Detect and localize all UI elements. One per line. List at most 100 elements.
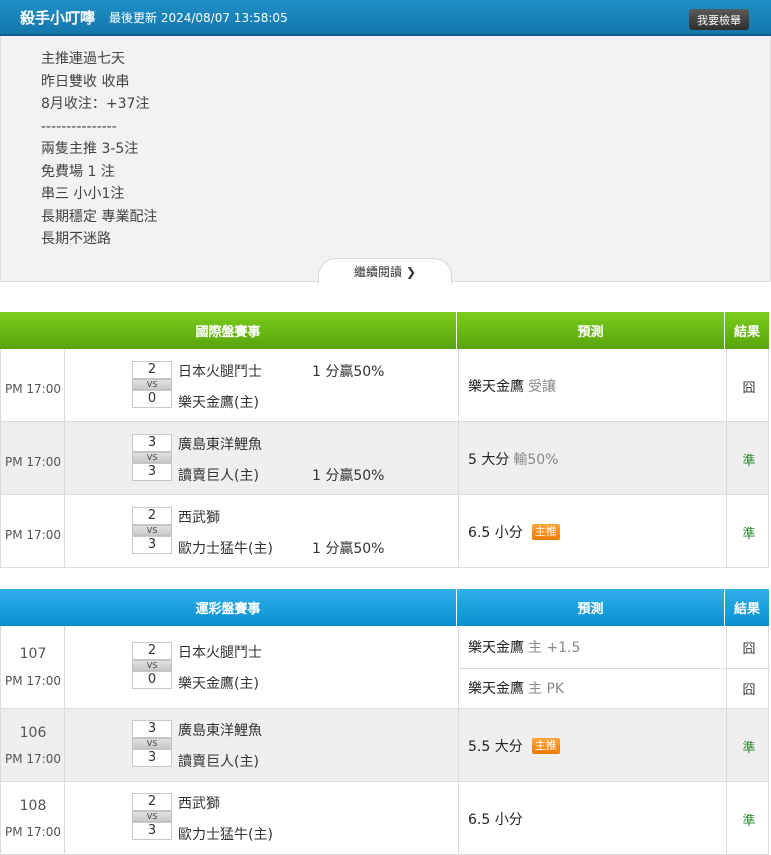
header-result: 結果 [725, 589, 769, 626]
away-team[interactable]: 西武獅 [178, 793, 220, 813]
vs-label: VS [132, 452, 172, 463]
featured-badge: 主推 [531, 524, 560, 540]
match-number: 108 [19, 798, 47, 814]
match-time: PM 17:00 [5, 674, 61, 688]
time-cell: PM 17:00 [1, 422, 65, 494]
match-time: PM 17:00 [5, 752, 61, 766]
intro-lines: 主推連過七天 昨日雙收 收串 8月收注：+37注 --------------- 兩隻主… [41, 48, 157, 251]
home-score: 0 [132, 390, 172, 408]
prediction: 樂天金鷹 受讓 [468, 376, 556, 396]
home-score: 3 [132, 822, 172, 840]
match-time: PM 17:00 [5, 528, 61, 542]
prediction: 樂天金鷹主 PK [468, 678, 564, 698]
result-mark: 囧 [742, 381, 756, 396]
read-more-button[interactable]: 繼續閱讀 ❯ [318, 258, 452, 284]
match-cell: 2 VS 3 西武獅 歐力士猛牛(主) 1 分贏50% [65, 495, 458, 567]
away-score: 3 [132, 720, 172, 738]
time-cell: PM 17:00 [1, 349, 65, 421]
prediction-pick: 5 大分 [468, 452, 510, 468]
vs-label: VS [132, 379, 172, 390]
prediction-cell: 5.5 大分 主推 [458, 709, 726, 781]
odds-home: 1 分贏50% [312, 541, 385, 557]
intro-panel: 主推連過七天 昨日雙收 收串 8月收注：+37注 --------------- 兩隻主… [0, 36, 771, 282]
intro-line: 8月收注：+37注 [41, 96, 150, 112]
header-predict: 預測 [457, 312, 725, 349]
away-team[interactable]: 日本火腿鬥士 [178, 642, 262, 662]
prediction-pick: 6.5 小分 [468, 811, 523, 828]
result-mark: 準 [742, 527, 756, 542]
last-update: 最後更新 2024/08/07 13:58:05 [109, 10, 288, 25]
table-row: PM 17:00 3 VS 3 廣島東洋鯉魚 讀賣巨人(主) 1 分贏50% 5 大分 輸50%… [0, 422, 769, 495]
report-button[interactable]: 我要檢舉 [689, 9, 749, 30]
result-mark: 囧 [742, 683, 756, 699]
home-team[interactable]: 歐力士猛牛(主) [178, 538, 273, 558]
intro-line: 主推連過七天 [41, 51, 125, 67]
match-cell: 2 VS 0 日本火腿鬥士 樂天金鷹(主) [65, 626, 458, 708]
prediction: 樂天金鷹主 +1.5 [468, 637, 580, 657]
featured-badge: 主推 [531, 737, 560, 754]
home-score: 3 [132, 536, 172, 554]
home-team[interactable]: 樂天金鷹(主) [178, 392, 259, 412]
prediction-note: 受讓 [528, 379, 556, 395]
home-score: 3 [132, 749, 172, 767]
prediction-pick: 樂天金鷹 [468, 379, 524, 395]
table-row: PM 17:00 2 VS 3 西武獅 歐力士猛牛(主) 1 分贏50% 6.5 小分 主推 準 [0, 495, 769, 568]
intro-line: 免費場 1 注 [41, 163, 115, 180]
home-team[interactable]: 歐力士猛牛(主) [178, 824, 273, 844]
result-cell: 囧囧 [726, 626, 770, 708]
home-team[interactable]: 樂天金鷹(主) [178, 673, 259, 693]
away-team[interactable]: 西武獅 [178, 507, 220, 527]
match-cell: 3 VS 3 廣島東洋鯉魚 讀賣巨人(主) [65, 709, 458, 781]
prediction-pick: 6.5 小分 [468, 525, 523, 541]
prediction-pick: 樂天金鷹 [468, 639, 524, 656]
page-title: 殺手小叮嚀 [20, 8, 96, 27]
prediction: 6.5 小分 主推 [468, 522, 560, 542]
away-team[interactable]: 廣島東洋鯉魚 [178, 720, 262, 740]
header-match: 運彩盤賽事 [0, 589, 457, 626]
match-time: PM 17:00 [5, 825, 61, 839]
match-time: PM 17:00 [5, 455, 61, 469]
result-cell: 準 [726, 495, 770, 567]
away-score: 2 [132, 793, 172, 811]
away-score: 3 [132, 434, 172, 452]
home-team[interactable]: 讀賣巨人(主) [178, 465, 259, 485]
odds-away: 1 分贏50% [312, 364, 385, 380]
prediction-cell: 6.5 小分 [458, 782, 726, 854]
result-mark: 囧 [742, 641, 756, 657]
odds-home: 1 分贏50% [312, 468, 385, 484]
read-more-label: 繼續閱讀 [353, 265, 402, 279]
prediction-note: 主 +1.5 [528, 639, 581, 656]
away-team[interactable]: 日本火腿鬥士 [178, 361, 262, 381]
prediction-note: 主 PK [528, 681, 565, 698]
match-number: 107 [19, 646, 47, 662]
vs-label: VS [132, 525, 172, 536]
table-row: 107 PM 17:00 2 VS 0 日本火腿鬥士 樂天金鷹(主) 樂天金鷹主 +1.5 樂天… [0, 626, 770, 709]
sports-table-header: 運彩盤賽事 預測 結果 [0, 589, 769, 626]
intro-line: 長期穩定 專業配注 [41, 208, 158, 225]
intro-line: 兩隻主推 3-5注 [41, 141, 139, 157]
time-cell: 107 PM 17:00 [1, 626, 65, 708]
result-cell: 囧 [726, 349, 770, 421]
prediction-note: 輸50% [513, 452, 559, 468]
prediction-cell: 樂天金鷹主 +1.5 樂天金鷹主 PK [458, 626, 726, 708]
away-score: 2 [132, 642, 172, 660]
time-cell: PM 17:00 [1, 495, 65, 567]
prediction-pick: 5.5 大分 [468, 738, 523, 755]
result-mark: 準 [742, 813, 756, 829]
match-cell: 3 VS 3 廣島東洋鯉魚 讀賣巨人(主) 1 分贏50% [65, 422, 458, 494]
chevron-down-icon: ❯ [405, 264, 417, 279]
result-mark: 準 [742, 454, 756, 469]
prediction: 6.5 小分 [468, 809, 527, 829]
prediction-pick: 樂天金鷹 [468, 681, 524, 698]
intro-line: 長期不迷路 [41, 231, 111, 247]
prediction-cell: 5 大分 輸50% [458, 422, 726, 494]
intro-line: 串三 小小1注 [41, 186, 125, 202]
header-result: 結果 [725, 312, 769, 349]
prediction: 5 大分 輸50% [468, 449, 558, 469]
intro-line: 昨日雙收 收串 [41, 73, 130, 90]
away-team[interactable]: 廣島東洋鯉魚 [178, 434, 262, 454]
result-cell: 準 [726, 709, 770, 781]
intl-table-header: 國際盤賽事 預測 結果 [0, 312, 769, 349]
header-match: 國際盤賽事 [0, 312, 457, 349]
home-team[interactable]: 讀賣巨人(主) [178, 751, 259, 771]
